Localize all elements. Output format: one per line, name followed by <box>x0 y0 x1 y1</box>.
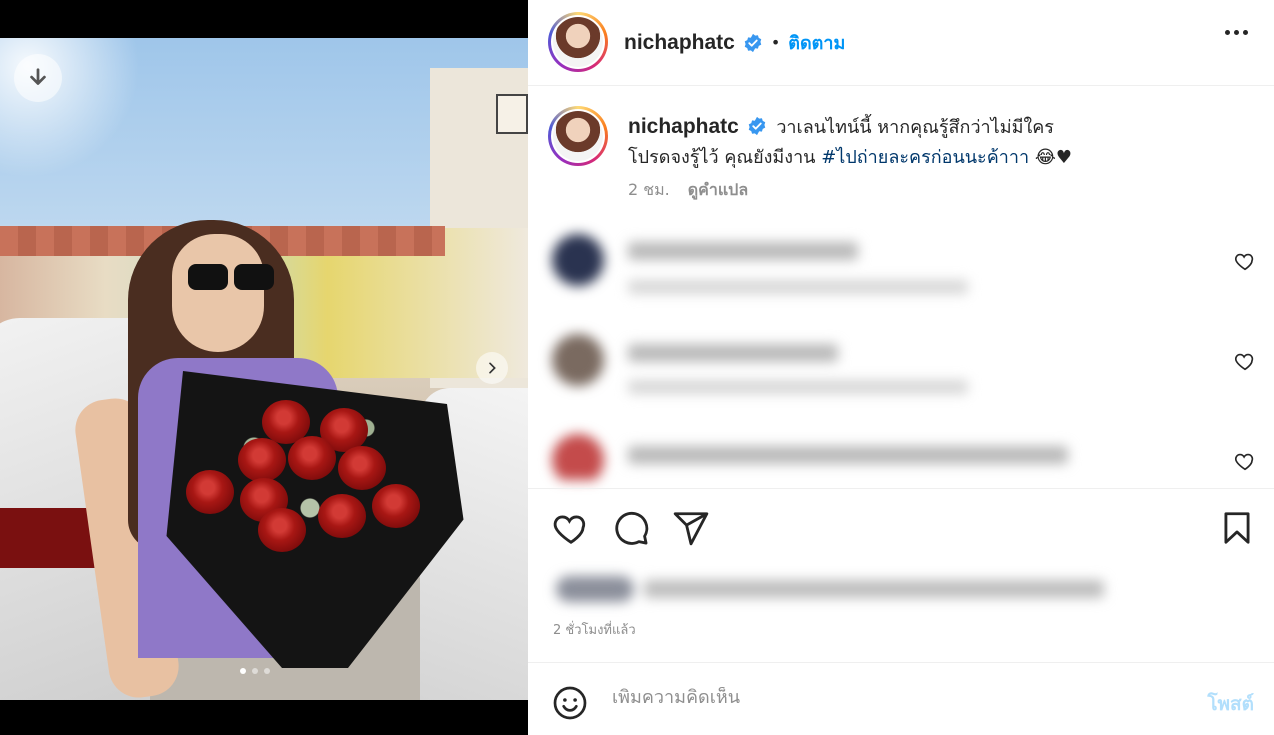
comment-bubble-icon[interactable] <box>612 509 650 547</box>
post-photo[interactable] <box>0 38 528 700</box>
caption-text-line1: วาเลนไทน์นี้ หากคุณรู้สึกว่าไม่มีใคร <box>776 117 1054 138</box>
comment-item <box>548 234 1248 314</box>
liked-by-text <box>540 568 1104 608</box>
avatar-image <box>553 111 603 161</box>
photo-rose <box>238 438 286 482</box>
photo-rose <box>258 508 306 552</box>
photo-cloud <box>0 38 140 178</box>
follow-button[interactable]: ติดตาม <box>788 28 845 57</box>
photo-rose <box>338 446 386 490</box>
carousel-indicator <box>240 668 270 674</box>
photo-building-sign <box>496 94 528 134</box>
header-username[interactable]: nichaphatc <box>624 31 735 55</box>
caption-meta: 2 ชม. ดูคำแปล <box>628 178 748 203</box>
smiley-face-icon[interactable] <box>552 685 588 721</box>
photo-rose <box>288 436 336 480</box>
avatar[interactable] <box>548 12 608 72</box>
comment-item <box>548 334 1248 414</box>
bookmark-icon[interactable] <box>1218 509 1256 547</box>
post-timestamp: 2 ชั่วโมงที่แล้ว <box>553 623 636 638</box>
see-translation-button[interactable]: ดูคำแปล <box>688 178 748 203</box>
caption-emoji: 😂♥ <box>1034 147 1072 168</box>
comment-item <box>548 434 1248 480</box>
caption-username[interactable]: nichaphatc <box>628 115 739 138</box>
comment-like-heart-icon[interactable] <box>1234 450 1256 472</box>
post-actions <box>528 488 1274 562</box>
comment-like-heart-icon[interactable] <box>1234 350 1256 372</box>
carousel-dot <box>264 668 270 674</box>
photo-rose <box>372 484 420 528</box>
post-comment-button[interactable]: โพสต์ <box>1207 689 1254 719</box>
verified-badge-icon <box>744 33 762 52</box>
avatar-image <box>553 17 603 67</box>
header-separator: • <box>770 33 781 52</box>
photo-rose <box>186 470 234 514</box>
more-horizontal-icon <box>1225 30 1230 35</box>
chevron-right-icon <box>489 362 496 374</box>
download-arrow-icon <box>30 68 46 85</box>
caption-age: 2 ชม. <box>628 180 670 199</box>
carousel-next-button[interactable] <box>476 352 508 384</box>
post-details-panel: nichaphatc • ติดตาม nichaphatc วาเลนไทน์… <box>528 0 1274 735</box>
download-button[interactable] <box>14 54 62 102</box>
caption-hashtag[interactable]: #ไปถ่ายละครก่อนนะค้าาา <box>821 147 1029 168</box>
more-options-button[interactable] <box>1225 30 1248 35</box>
post-header: nichaphatc • ติดตาม <box>528 0 1274 86</box>
paper-plane-icon[interactable] <box>672 509 710 547</box>
comment-like-heart-icon[interactable] <box>1234 250 1256 272</box>
heart-icon[interactable] <box>552 509 590 547</box>
photo-rose <box>318 494 366 538</box>
caption-text-line2: โปรดจงรู้ไว้ คุณยังมีงาน <box>628 147 816 168</box>
post-media <box>0 0 528 735</box>
caption-avatar[interactable] <box>548 106 608 166</box>
photo-sunglasses <box>188 264 278 296</box>
verified-badge-icon <box>748 116 765 136</box>
comment-input[interactable] <box>612 687 1172 708</box>
post-caption: nichaphatc วาเลนไทน์นี้ หากคุณรู้สึกว่าไ… <box>628 112 1188 173</box>
carousel-dot <box>252 668 258 674</box>
carousel-dot-active <box>240 668 246 674</box>
comment-composer: โพสต์ <box>528 662 1274 735</box>
